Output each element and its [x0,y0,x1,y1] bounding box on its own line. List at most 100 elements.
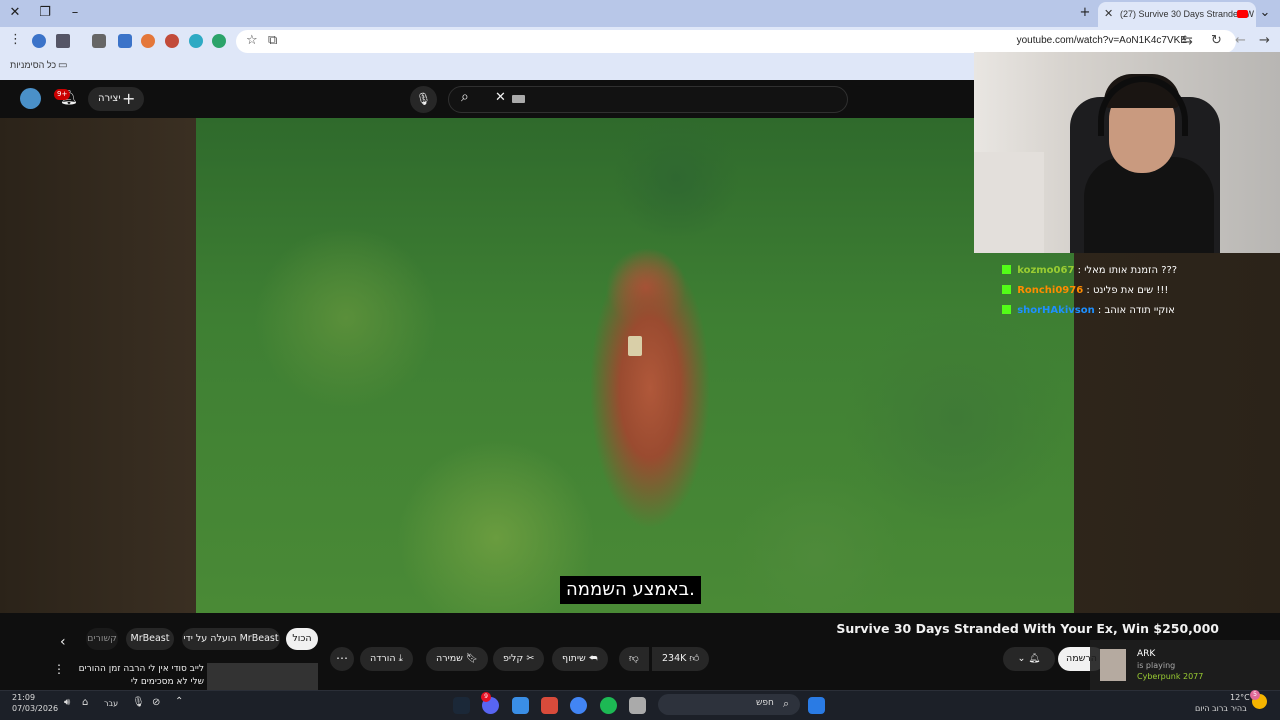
create-button[interactable]: יצירה + [88,87,144,111]
more-actions-icon[interactable]: ⋯ [330,647,354,671]
forward-icon[interactable]: ← [1235,33,1246,48]
like-count: 234K [662,653,687,664]
weather-temp[interactable]: 12°C [1230,693,1250,702]
cast-icon[interactable]: ⧉ [268,33,277,48]
microphone-icon[interactable]: 🎙︎ [410,86,437,113]
app-icon[interactable] [541,697,558,714]
recommended-video-title[interactable]: לייב סודי אין לי הרבה זמן ההורים שלי לא … [68,663,204,689]
steam-icon[interactable] [453,697,470,714]
tray-icon[interactable]: ⊘ [152,697,160,708]
weather-desc[interactable]: בהיר ברוב היום [1195,704,1247,713]
microphone-tray-icon[interactable]: 🎙︎ [132,697,145,708]
clock-time[interactable]: 21:09 [12,693,35,702]
chat-message: Ronchi0976 : שים את פלינט !!! [1002,285,1168,301]
language-indicator[interactable]: עבר [104,699,118,708]
thumbs-up-icon: 👍︎ [689,653,700,664]
search-icon[interactable]: ⌕ [461,89,469,105]
activity-status: is playing [1137,661,1176,670]
chevron-down-icon: ⌄ [1017,653,1026,664]
share-icon: ⮪ [588,653,598,664]
download-label: הורדה [370,653,396,664]
chat-message: shorHAkivson : אוקיי תודה אוהב [1002,305,1175,321]
chevron-left-icon[interactable]: ‹ [60,634,66,650]
keyboard-icon[interactable] [512,95,525,103]
spotify-icon[interactable] [600,697,617,714]
avatar[interactable] [20,88,41,109]
close-window-icon[interactable]: ✕ [5,4,25,22]
video-frame[interactable] [196,118,1074,613]
video-title: Survive 30 Days Stranded With Your Ex, W… [836,621,1219,636]
tab-close-icon[interactable]: ✕ [1104,2,1113,26]
scissors-icon: ✂ [526,653,535,664]
chrome-icon[interactable] [570,697,587,714]
menu-dots-icon[interactable]: ⋮ [9,32,22,47]
download-button[interactable]: הורדה ⤓ [360,647,413,671]
bookmark-star-icon[interactable]: ☆ [246,33,258,48]
webcam-overlay [974,52,1280,253]
extension-icon[interactable] [165,34,179,48]
windows-start-icon[interactable] [808,697,825,714]
extension-icon[interactable] [141,34,155,48]
video-subtitle: באמצע השממה. [560,576,701,604]
recommended-video-thumbnail[interactable] [207,663,318,690]
minimize-window-icon[interactable]: – [65,4,85,22]
dislike-button[interactable]: 👎︎ [619,647,649,671]
chat-text: אוקיי תודה אוהב [1104,305,1175,316]
taskbar-search[interactable] [658,694,800,715]
taskbar-search-label: חפש [756,698,774,708]
clear-search-icon[interactable]: ✕ [495,90,506,105]
extension-icon[interactable] [118,34,132,48]
extensions-puzzle-icon[interactable] [92,34,106,48]
chip-related[interactable]: קשורים [86,628,118,650]
tab-youtube[interactable]: ✕ (27) Survive 30 Days Stranded W [1098,2,1256,27]
create-label: יצירה [98,93,121,104]
clock-date[interactable]: 07/03/2026 [12,704,58,713]
activity-game: Cyberpunk 2077 [1137,672,1204,681]
like-button[interactable]: 234K 👍︎ [652,647,710,671]
game-activity-toast[interactable]: ARK is playing Cyberpunk 2077 [1090,640,1280,690]
tab-strip: ✕ ❐ – + ⌄ ✕ (27) Survive 30 Days Strande… [0,0,1280,27]
chat-message: kozmo067 : הזמנת אותו מאלי ??? [1002,265,1177,281]
notification-toggle[interactable]: ⌄ 🔔︎ [1003,647,1055,671]
back-icon[interactable]: → [1259,33,1270,48]
rec-menu-icon[interactable]: ⋮ [53,662,65,676]
share-button[interactable]: שיתוף ⮪ [552,647,608,671]
apps-grid-icon[interactable] [512,697,529,714]
chip-uploaded-by[interactable]: הועלה על ידי MrBeast [182,628,280,650]
activity-user: ARK [1137,649,1156,659]
restore-window-icon[interactable]: ❐ [35,4,55,22]
reload-icon[interactable]: ↻ [1211,33,1222,48]
profile-icon[interactable] [32,34,46,48]
chat-text: שים את פלינט !!! [1092,285,1169,296]
extension-icon[interactable] [189,34,203,48]
clip-label: קליפ [503,653,524,664]
chip-all[interactable]: הכול [286,628,318,650]
taskbar-search-icon: ⌕ [783,697,790,710]
tray-expand-icon[interactable]: ⌃ [175,696,183,707]
clip-button[interactable]: קליפ ✂ [493,647,545,671]
bookmarks-bar: כל הסימניות ▭ [0,55,974,80]
extension-icon[interactable] [212,34,226,48]
save-button[interactable]: שמירה 🔖︎ [426,647,488,671]
chat-badge-icon [1002,285,1011,294]
all-bookmarks-link[interactable]: כל הסימניות [10,60,56,70]
tab-search-icon[interactable]: ⌄ [1255,4,1275,22]
extension-icon[interactable] [56,34,70,48]
thumbs-down-icon: 👎︎ [629,653,639,664]
site-settings-icon[interactable]: ⇆ [1182,33,1193,48]
discord-badge: 9 [481,692,491,702]
chat-user: shorHAkivson [1017,305,1095,316]
chip-mrbeast[interactable]: MrBeast [126,628,174,650]
volume-icon[interactable]: 🔊︎ [64,697,70,708]
url-text[interactable]: youtube.com/watch?v=AoN1K4c7VKE [1017,35,1187,46]
share-label: שיתוף [562,653,586,664]
activity-avatar [1100,649,1126,681]
window-icon[interactable] [629,697,646,714]
webcam-background [974,152,1044,253]
plus-icon: + [122,89,136,108]
new-tab-icon[interactable]: + [1075,4,1095,22]
network-icon[interactable]: ⌂ [82,697,88,708]
search-box[interactable] [448,86,848,113]
save-label: שמירה [436,653,463,664]
folder-icon: ▭ [58,60,68,71]
